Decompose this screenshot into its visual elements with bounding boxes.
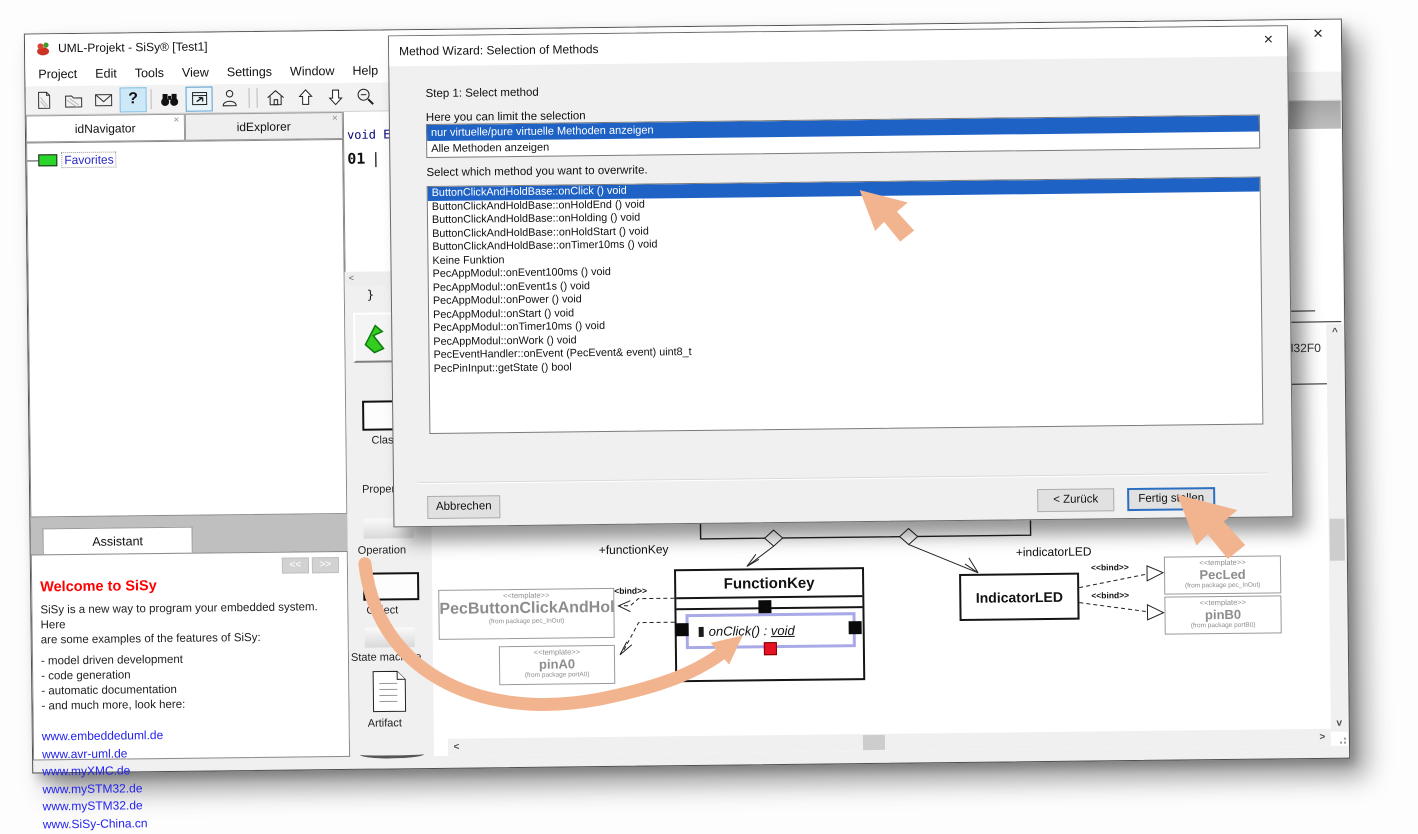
menu-item[interactable]: Project [29, 64, 86, 85]
state-machine-tool-icon[interactable] [365, 627, 415, 648]
object-tool-label[interactable]: Object [366, 604, 398, 616]
toolbar-separator [151, 89, 152, 109]
assistant-tab-row: Assistant [30, 524, 347, 555]
selection-handle-left[interactable] [676, 623, 689, 636]
uml-class-functionkey[interactable]: FunctionKey onClick() : void [674, 567, 865, 682]
menu-item[interactable]: Window [281, 61, 344, 82]
role-label-indicatorled: +indicatorLED [1016, 544, 1092, 559]
scroll-down-icon[interactable]: v [1331, 715, 1348, 732]
menu-item[interactable]: Edit [86, 63, 126, 83]
tree-item-favorites[interactable]: Favorites [27, 149, 342, 169]
code-brace: } [367, 288, 374, 302]
menu-item[interactable]: View [173, 62, 218, 83]
editor-scroll-left-button[interactable]: < [345, 271, 385, 285]
dialog-close-button[interactable]: × [1264, 31, 1274, 49]
uml-template-pina0[interactable]: <<template>> pinA0 (from package portA0) [499, 645, 615, 685]
panel-collapse-handle[interactable] [360, 750, 424, 759]
assistant-text-line: SiSy is a new way to program your embedd… [40, 600, 339, 633]
scroll-right-icon[interactable]: > [1314, 729, 1331, 746]
new-document-icon[interactable] [29, 88, 56, 113]
menu-item[interactable]: Tools [126, 63, 173, 84]
green-run-tool-button[interactable] [353, 312, 394, 362]
tab-idnavigator[interactable]: idNavigator × [26, 114, 185, 143]
left-panel: idNavigator × idExplorer × Favorites Ass… [26, 112, 350, 761]
toolbar-separator [249, 88, 250, 108]
project-tree: Favorites [26, 139, 347, 518]
document-tabs: idNavigator × idExplorer × [26, 112, 343, 143]
app-logo-icon [35, 40, 51, 56]
tree-item-label[interactable]: Favorites [61, 152, 117, 169]
state-machine-tool-label[interactable]: State machine [351, 651, 421, 664]
uml-template-pecbuttonclickandhold[interactable]: <<template>> PecButtonClickAndHold (from… [438, 588, 615, 640]
code-text: void E [347, 127, 391, 141]
close-icon[interactable]: × [332, 113, 338, 124]
person-icon[interactable] [215, 86, 242, 111]
assistant-text-line: are some examples of the features of SiS… [41, 630, 340, 648]
finish-button[interactable]: Fertig stellen [1127, 487, 1215, 511]
zoom-out-icon[interactable] [351, 84, 378, 109]
artifact-tool-label[interactable]: Artifact [368, 717, 402, 729]
dialog-step-label: Step 1: Select method [426, 87, 539, 100]
back-button[interactable]: < Zurück [1037, 488, 1114, 512]
home-icon[interactable] [261, 85, 288, 110]
selection-handle-bottom-red[interactable] [764, 642, 777, 655]
open-folder-icon[interactable] [59, 87, 86, 112]
vertical-scroll-thumb[interactable] [1329, 519, 1344, 561]
menu-item[interactable]: Help [343, 60, 387, 80]
uml-template-pecled[interactable]: <<template>> PecLed (from package pec_In… [1164, 555, 1281, 594]
horizontal-scroll-thumb[interactable] [863, 735, 885, 750]
object-tool-icon[interactable] [363, 572, 419, 601]
artifact-tool-icon[interactable] [371, 669, 407, 713]
mail-icon[interactable] [89, 87, 116, 112]
window-close-button[interactable]: × [1305, 24, 1331, 44]
assistant-panel: << >> Welcome to SiSy SiSy is a new way … [31, 551, 350, 761]
tab-label: idNavigator [75, 121, 136, 136]
role-label-functionkey: +functionKey [599, 542, 669, 557]
tab-label: idExplorer [237, 119, 291, 134]
method-listbox[interactable]: ButtonClickAndHoldBase::onClick () voidB… [427, 177, 1264, 434]
dialog-title: Method Wizard: Selection of Methods [399, 42, 599, 58]
vertical-scrollbar[interactable]: ^ v [1326, 324, 1348, 732]
help-icon[interactable]: ? [119, 87, 146, 112]
scroll-up-icon[interactable]: ^ [1326, 324, 1343, 341]
uml-template-pinb0[interactable]: <<template>> pinB0 (from package portB0) [1164, 595, 1281, 634]
tab-idexplorer[interactable]: idExplorer × [184, 112, 343, 141]
search-icon[interactable] [155, 86, 182, 111]
dialog-select-label: Select which method you want to overwrit… [426, 165, 647, 180]
bind-stereotype-label: <<bind>> [1091, 590, 1129, 600]
navigate-up-icon[interactable] [291, 85, 318, 110]
menu-item[interactable]: Settings [218, 62, 281, 83]
assistant-next-button[interactable]: >> [312, 557, 339, 573]
resize-grip[interactable] [1333, 731, 1347, 745]
dialog-separator [418, 472, 1268, 484]
operation-tool-label[interactable]: Operation [358, 544, 406, 557]
window-title: UML-Projekt - SiSy® [Test1] [58, 39, 208, 55]
tab-assistant[interactable]: Assistant [42, 527, 192, 555]
cancel-button[interactable]: Abbrechen [427, 495, 500, 519]
navigate-down-icon[interactable] [321, 84, 348, 109]
assistant-feature-line: - and much more, look here: [41, 696, 340, 714]
operation-icon [699, 626, 704, 636]
close-icon[interactable]: × [173, 115, 179, 126]
assistant-link[interactable]: www.SiSy-China.cn [43, 813, 342, 834]
toolbar-separator [256, 88, 257, 108]
uml-class-indicatorled[interactable]: IndicatorLED [959, 573, 1080, 621]
assistant-prev-button[interactable]: << [282, 557, 309, 573]
selection-handle-top[interactable] [758, 600, 771, 613]
selection-handle-right[interactable] [849, 621, 862, 634]
bind-stereotype-label: <<bind>> [1091, 562, 1129, 572]
tree-branch-line [27, 160, 38, 161]
scroll-left-icon[interactable]: < [448, 739, 465, 756]
bind-stereotype-label: <<bind>> [609, 586, 647, 596]
code-editor: void E 01| [343, 111, 392, 272]
method-wizard-dialog: Method Wizard: Selection of Methods × St… [388, 25, 1294, 527]
assistant-heading: Welcome to SiSy [40, 576, 339, 595]
green-node-icon [38, 154, 57, 166]
window-arrange-icon[interactable] [185, 86, 212, 111]
scene: UML-Projekt - SiSy® [Test1] × ProjectEdi… [22, 6, 1365, 781]
line-number: 01| [347, 150, 380, 168]
